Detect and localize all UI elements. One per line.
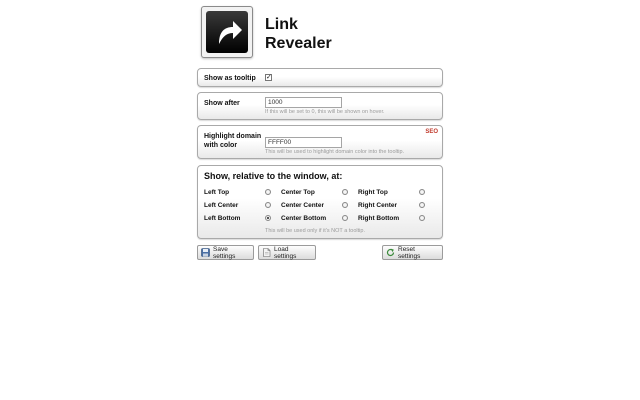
reset-button[interactable]: Reset settings [382, 245, 443, 260]
curved-arrow-icon [206, 11, 248, 53]
tooltip-panel: Show as tooltip ✓ [197, 68, 443, 87]
option-label-left-top: Left Top [204, 189, 230, 196]
color-hint: This will be used to highlight domain co… [265, 149, 405, 155]
tooltip-label: Show as tooltip [204, 75, 256, 82]
load-button[interactable]: Load settings [258, 245, 316, 260]
option-label-right-center: Right Center [358, 202, 397, 209]
app-title-line2: Revealer [265, 35, 332, 52]
color-input[interactable]: FFFF00 [265, 137, 342, 148]
option-label-center-bottom: Center Bottom [281, 215, 327, 222]
radio-left-top[interactable] [265, 189, 271, 195]
radio-left-bottom[interactable] [265, 215, 271, 221]
radio-center-top[interactable] [342, 189, 348, 195]
delay-label: Show after [204, 100, 240, 107]
app-logo [201, 6, 253, 58]
delay-panel: Show after 1000 If this will be set to 0… [197, 92, 443, 120]
radio-right-top[interactable] [419, 189, 425, 195]
option-label-center-top: Center Top [281, 189, 315, 196]
radio-right-bottom[interactable] [419, 215, 425, 221]
delay-hint: If this will be set to 0, this will be s… [265, 109, 385, 115]
position-panel: Show, relative to the window, at: Left T… [197, 165, 443, 239]
refresh-icon [386, 248, 395, 257]
option-label-left-center: Left Center [204, 202, 239, 209]
save-button[interactable]: Save settings [197, 245, 254, 260]
radio-right-center[interactable] [419, 202, 425, 208]
save-button-label: Save settings [213, 245, 236, 260]
color-label-line1: Highlight domain [204, 133, 262, 140]
position-hint: This will be used only if it's NOT a too… [265, 228, 365, 234]
option-label-right-top: Right Top [358, 189, 388, 196]
load-button-label: Load settings [274, 245, 297, 260]
delay-input[interactable]: 1000 [265, 97, 342, 108]
color-label-line2: with color [204, 142, 238, 149]
color-label: Highlight domain with color [204, 132, 261, 150]
radio-left-center[interactable] [265, 202, 271, 208]
app-header: Link Revealer [201, 6, 451, 60]
option-label-center-center: Center Center [281, 202, 324, 209]
app-title: Link Revealer [265, 15, 332, 53]
radio-center-bottom[interactable] [342, 215, 348, 221]
option-label-left-bottom: Left Bottom [204, 215, 241, 222]
document-icon [262, 248, 271, 257]
floppy-disk-icon [201, 248, 210, 257]
radio-center-center[interactable] [342, 202, 348, 208]
position-heading: Show, relative to the window, at: [204, 171, 343, 181]
option-label-right-bottom: Right Bottom [358, 215, 400, 222]
reset-button-label: Reset settings [398, 245, 421, 260]
color-panel: Highlight domain with color SEO FFFF00 T… [197, 125, 443, 159]
seo-badge: SEO [425, 129, 438, 135]
tooltip-checkbox[interactable]: ✓ [265, 74, 272, 81]
app-title-line1: Link [265, 16, 298, 33]
